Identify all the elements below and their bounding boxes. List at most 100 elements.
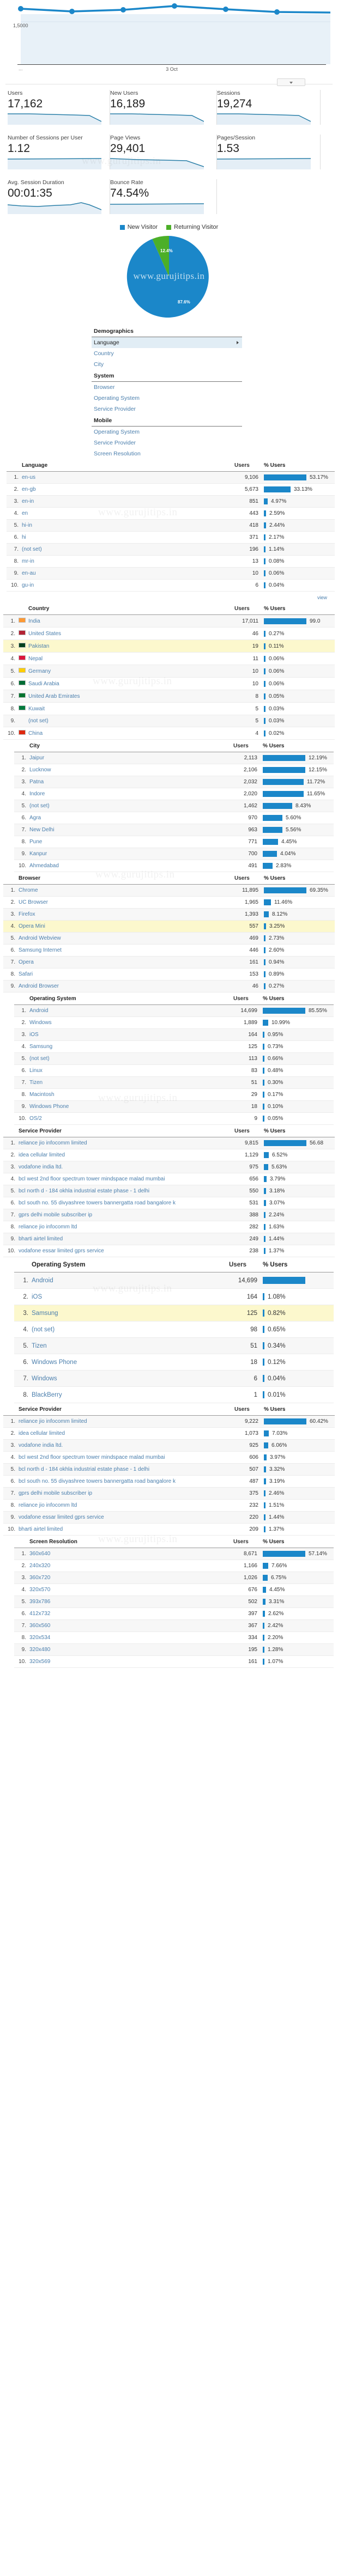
table-row[interactable]: 1.India17,01199.0 [3, 615, 335, 628]
row-dimension-label[interactable]: Windows Phone [31, 1354, 228, 1371]
row-dimension-label[interactable]: reliance jio infocomm ltd [17, 1221, 233, 1233]
table-row[interactable]: 3.vodafone india ltd.9755.63% [3, 1161, 335, 1173]
row-dimension-label[interactable]: 360x560 [28, 1620, 232, 1632]
row-dimension-label[interactable]: reliance jio infocomm limited [17, 1137, 233, 1149]
table-row[interactable]: 6.bcl south no. 55 divyashree towers ban… [3, 1197, 335, 1209]
dimension-item-operating-system[interactable]: Operating System [92, 393, 242, 404]
table-row[interactable]: 9.bharti airtel limited2491.44% [3, 1233, 335, 1245]
table-row[interactable]: 3.iOS1640.95% [14, 1029, 334, 1041]
table-row[interactable]: 6.Samsung Internet4462.60% [3, 945, 335, 957]
row-dimension-label[interactable]: Chrome [17, 885, 233, 897]
table-row[interactable]: 6.hi3712.17% [7, 532, 335, 544]
table-row[interactable]: 3.en-in8514.97% [7, 496, 335, 508]
table-row[interactable]: 5.(not set)1130.66% [14, 1053, 334, 1065]
row-dimension-label[interactable]: Kanpur [28, 848, 232, 860]
table-row[interactable]: 10.gu-in60.04% [7, 580, 335, 592]
table-row[interactable]: 7.United Arab Emirates80.05% [3, 690, 335, 703]
row-dimension-label[interactable]: bcl south no. 55 divyashree towers banne… [17, 1197, 233, 1209]
table-row[interactable]: 1.Jaipur2,11312.19% [14, 752, 334, 764]
table-row[interactable]: 8.reliance jio infocomm ltd2821.63% [3, 1221, 335, 1233]
table-row[interactable]: 2.idea cellular limited1,1296.52% [3, 1149, 335, 1161]
metric-card-sessions[interactable]: Sessions 19,274 [217, 90, 321, 125]
table-row[interactable]: 1.reliance jio infocomm limited9,22260.4… [3, 1416, 335, 1428]
row-dimension-label[interactable]: iOS [28, 1029, 232, 1041]
row-dimension-label[interactable]: Jaipur [28, 752, 232, 764]
table-row[interactable]: 7.gprs delhi mobile subscriber ip3882.24… [3, 1209, 335, 1221]
table-row[interactable]: 4.320x5706764.45% [14, 1584, 334, 1596]
row-dimension-label[interactable]: en-gb [21, 484, 233, 496]
table-row[interactable]: 9.Windows Phone180.10% [14, 1101, 334, 1113]
row-dimension-label[interactable]: hi-in [21, 520, 233, 532]
row-dimension-label[interactable]: 360x640 [28, 1548, 232, 1560]
row-dimension-label[interactable]: China [27, 727, 233, 740]
row-dimension-label[interactable]: vodafone essar limited gprs service [17, 1512, 233, 1524]
table-row[interactable]: 4.Nepal110.06% [3, 653, 335, 665]
row-dimension-label[interactable]: New Delhi [28, 824, 232, 836]
table-row[interactable]: 7.Tizen510.30% [14, 1077, 334, 1089]
row-dimension-label[interactable]: (not set) [27, 715, 233, 727]
row-dimension-label[interactable]: reliance jio infocomm ltd [17, 1500, 233, 1512]
table-row[interactable]: 5.hi-in4182.44% [7, 520, 335, 532]
row-dimension-label[interactable]: gprs delhi mobile subscriber ip [17, 1488, 233, 1500]
table-row[interactable]: 10.vodafone essar limited gprs service23… [3, 1245, 335, 1257]
row-dimension-label[interactable]: Windows [28, 1017, 232, 1029]
row-dimension-label[interactable]: Android Browser [17, 981, 233, 992]
table-row[interactable]: 2.idea cellular limited1,0737.03% [3, 1428, 335, 1440]
table-row[interactable]: 2.iOS1641.08% [14, 1289, 334, 1305]
row-dimension-label[interactable]: 320x570 [28, 1584, 232, 1596]
row-dimension-label[interactable]: vodafone india ltd. [17, 1440, 233, 1452]
row-dimension-label[interactable]: hi [21, 532, 233, 544]
row-dimension-label[interactable]: Firefox [17, 909, 233, 921]
table-row[interactable]: 1.Chrome11,89569.35% [3, 885, 335, 897]
table-row[interactable]: 4.en4432.59% [7, 508, 335, 520]
row-dimension-label[interactable]: bharti airtel limited [17, 1524, 233, 1536]
table-row[interactable]: 9.(not set)50.03% [3, 715, 335, 727]
row-dimension-label[interactable]: Android [28, 1005, 232, 1017]
table-row[interactable]: 10.China40.02% [3, 727, 335, 740]
table-row[interactable]: 2.en-gb5,67333.13% [7, 484, 335, 496]
row-dimension-label[interactable]: Patna [28, 776, 232, 788]
row-dimension-label[interactable]: Indore [28, 788, 232, 800]
table-row[interactable]: 4.bcl west 2nd floor spectrum tower mind… [3, 1452, 335, 1464]
table-row[interactable]: 9.320x4801951.28% [14, 1644, 334, 1656]
dimension-item-screen-resolution[interactable]: Screen Resolution [92, 448, 242, 459]
row-dimension-label[interactable]: 320x569 [28, 1656, 232, 1668]
row-dimension-label[interactable]: (not set) [21, 544, 233, 556]
dimension-item-service-provider[interactable]: Service Provider [92, 404, 242, 415]
row-dimension-label[interactable]: 412x732 [28, 1608, 232, 1620]
table-row[interactable]: 4.bcl west 2nd floor spectrum tower mind… [3, 1173, 335, 1185]
table-row[interactable]: 3.Pakistan190.11% [3, 640, 335, 653]
row-dimension-label[interactable]: (not set) [31, 1322, 228, 1338]
row-dimension-label[interactable]: mr-in [21, 556, 233, 568]
table-row[interactable]: 3.Samsung1250.82% [14, 1305, 334, 1322]
row-dimension-label[interactable]: United Arab Emirates [27, 690, 233, 703]
table-row[interactable]: 8.reliance jio infocomm ltd2321.51% [3, 1500, 335, 1512]
dimension-item-browser[interactable]: Browser [92, 382, 242, 393]
row-dimension-label[interactable]: en-us [21, 472, 233, 484]
row-dimension-label[interactable]: Opera Mini [17, 921, 233, 933]
table-row[interactable]: 2.Windows1,88910.99% [14, 1017, 334, 1029]
table-row[interactable]: 9.Android Browser460.27% [3, 981, 335, 992]
row-dimension-label[interactable]: BlackBerry [31, 1387, 228, 1403]
metric-card-sessions-per-user[interactable]: Number of Sessions per User 1.12 [8, 135, 110, 169]
row-dimension-label[interactable]: bcl south no. 55 divyashree towers banne… [17, 1476, 233, 1488]
table-row[interactable]: 7.New Delhi9635.56% [14, 824, 334, 836]
row-dimension-label[interactable]: Windows [31, 1371, 228, 1387]
table-row[interactable]: 7.Windows60.04% [14, 1371, 334, 1387]
table-row[interactable]: 3.360x7201,0266.75% [14, 1572, 334, 1584]
table-row[interactable]: 6.bcl south no. 55 divyashree towers ban… [3, 1476, 335, 1488]
metric-card-bounce-rate[interactable]: Bounce Rate 74.54% [110, 179, 217, 214]
row-dimension-label[interactable]: Macintosh [28, 1089, 232, 1101]
row-dimension-label[interactable]: vodafone essar limited gprs service [17, 1245, 233, 1257]
table-row[interactable]: 1.Android14,69985.55% [14, 1005, 334, 1017]
table-row[interactable]: 5.393x7865023.31% [14, 1596, 334, 1608]
row-dimension-label[interactable]: gprs delhi mobile subscriber ip [17, 1209, 233, 1221]
table-row[interactable]: 10.bharti airtel limited2091.37% [3, 1524, 335, 1536]
row-dimension-label[interactable]: reliance jio infocomm limited [17, 1416, 233, 1428]
table-row[interactable]: 4.Opera Mini5573.25% [3, 921, 335, 933]
table-row[interactable]: 1.reliance jio infocomm limited9,81556.6… [3, 1137, 335, 1149]
table-row[interactable]: 9.en-au100.06% [7, 568, 335, 580]
row-dimension-label[interactable]: United States [27, 628, 233, 640]
row-dimension-label[interactable]: Samsung [31, 1305, 228, 1322]
row-dimension-label[interactable]: idea cellular limited [17, 1149, 233, 1161]
